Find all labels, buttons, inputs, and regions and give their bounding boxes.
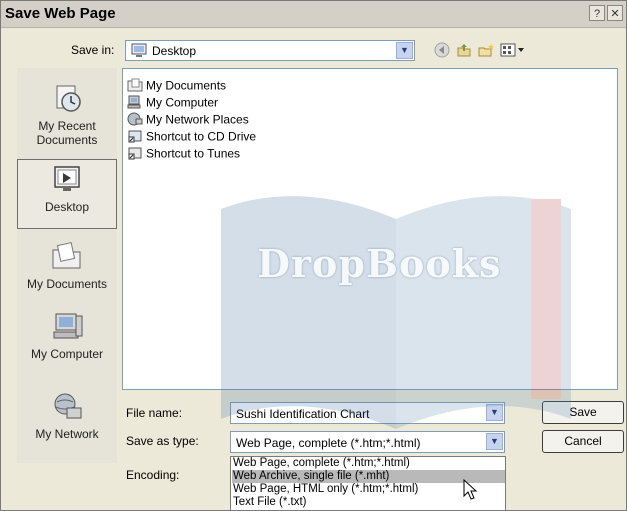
place-my-recent-documents[interactable]: My Recent Documents — [17, 82, 117, 148]
list-item[interactable]: My Computer — [127, 95, 218, 110]
file-name-value: Sushi Identification Chart — [236, 407, 370, 421]
save-as-type-label: Save as type: — [126, 434, 199, 448]
file-name-input[interactable]: Sushi Identification Chart ▼ — [230, 402, 505, 424]
place-my-documents[interactable]: My Documents — [17, 240, 117, 302]
encoding-label: Encoding: — [126, 468, 180, 482]
save-in-value: Desktop — [152, 44, 197, 58]
network-places-icon — [127, 112, 143, 129]
help-button[interactable]: ? — [589, 5, 605, 21]
chevron-down-icon[interactable]: ▼ — [486, 433, 503, 450]
file-name: Shortcut to CD Drive — [146, 129, 257, 144]
computer-icon — [127, 95, 143, 112]
place-label: My Network — [35, 427, 99, 441]
my-network-icon — [17, 390, 117, 425]
list-item[interactable]: My Network Places — [127, 112, 249, 127]
recent-documents-icon — [17, 82, 117, 117]
save-web-page-dialog: Save Web Page ? ✕ Save in: Desktop ▼ My … — [0, 0, 627, 511]
mouse-pointer-icon — [463, 478, 479, 504]
place-label-line2: Documents — [36, 133, 98, 147]
folder-documents-icon — [127, 78, 143, 95]
views-menu-icon[interactable] — [500, 42, 528, 61]
file-list[interactable]: My Documents My Computer My Network Plac… — [122, 68, 618, 390]
back-icon[interactable] — [434, 42, 450, 61]
file-name: My Documents — [146, 78, 227, 93]
file-name-label: File name: — [126, 406, 183, 420]
file-name: My Computer — [146, 95, 219, 110]
save-button[interactable]: Save — [542, 401, 624, 424]
desktop-icon — [18, 163, 116, 198]
my-documents-icon — [17, 240, 117, 275]
up-folder-icon[interactable] — [456, 42, 472, 61]
title-bar: Save Web Page ? ✕ — [1, 1, 626, 28]
place-label: My Computer — [30, 347, 104, 361]
chevron-down-icon[interactable]: ▼ — [486, 404, 503, 421]
save-as-type-value: Web Page, complete (*.htm;*.html) — [236, 436, 421, 450]
my-computer-icon — [17, 310, 117, 345]
save-as-type-dropdown[interactable]: Web Page, complete (*.htm;*.html) ▼ — [230, 431, 505, 453]
list-item[interactable]: Shortcut to Tunes — [127, 146, 240, 161]
file-name: My Network Places — [146, 112, 249, 127]
dialog-title: Save Web Page — [5, 5, 116, 22]
places-bar: My Recent Documents Desktop My Documents… — [17, 68, 117, 463]
file-name: Shortcut to Tunes — [146, 146, 241, 161]
cancel-button[interactable]: Cancel — [542, 430, 624, 453]
new-folder-icon[interactable] — [477, 42, 495, 61]
place-label-line1: My Recent — [38, 119, 96, 133]
close-button[interactable]: ✕ — [607, 5, 623, 21]
shortcut-icon — [127, 146, 143, 163]
desktop-small-icon — [131, 43, 147, 61]
save-in-label: Save in: — [71, 43, 115, 57]
place-my-computer[interactable]: My Computer — [17, 310, 117, 372]
place-desktop[interactable]: Desktop — [17, 159, 117, 229]
shortcut-icon — [127, 129, 143, 146]
dropdown-option[interactable]: Web Page, complete (*.htm;*.html) — [232, 457, 505, 470]
save-in-dropdown[interactable]: Desktop ▼ — [125, 40, 415, 61]
place-label: My Documents — [26, 277, 108, 291]
place-my-network[interactable]: My Network — [17, 390, 117, 452]
list-item[interactable]: My Documents — [127, 78, 226, 93]
list-item[interactable]: Shortcut to CD Drive — [127, 129, 256, 144]
chevron-down-icon[interactable]: ▼ — [396, 42, 413, 59]
place-label: Desktop — [44, 200, 90, 214]
